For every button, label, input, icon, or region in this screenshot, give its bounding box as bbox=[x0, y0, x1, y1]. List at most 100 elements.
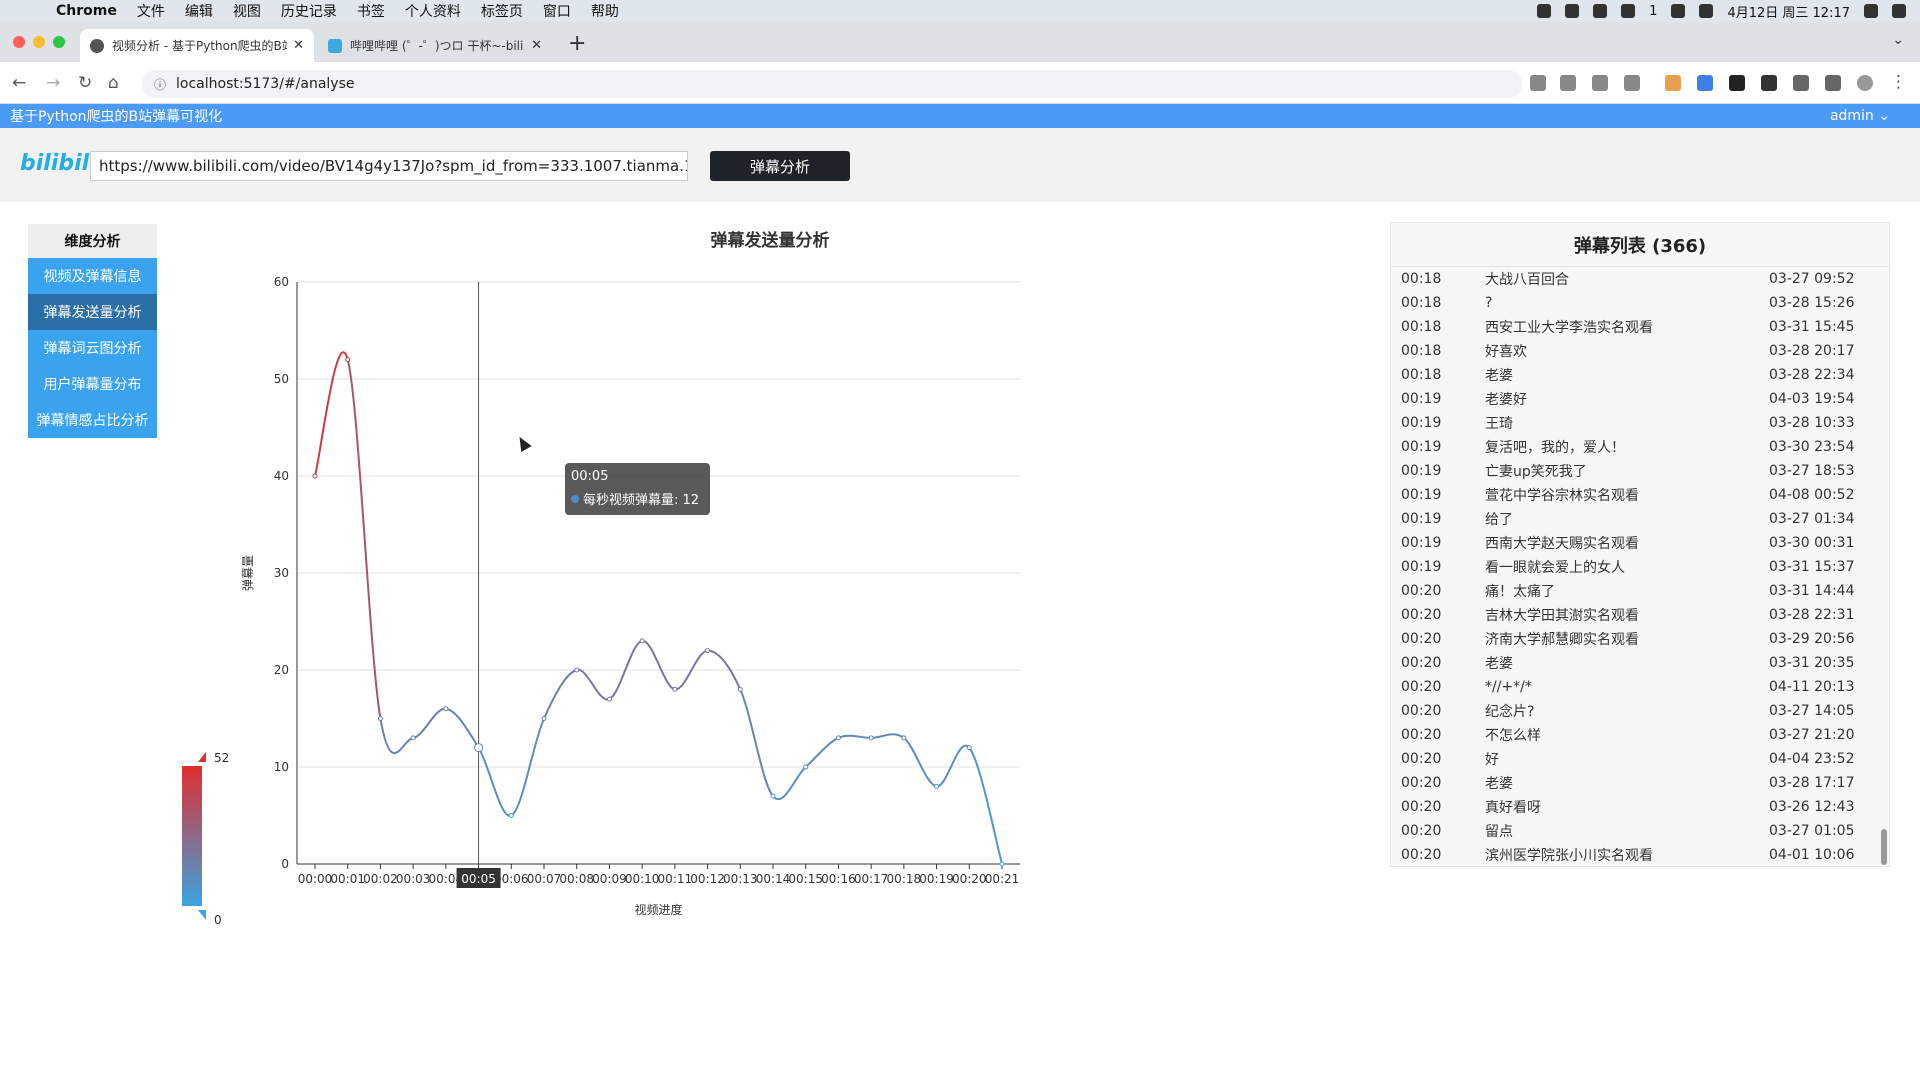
reload-button[interactable]: ↻ bbox=[78, 73, 92, 93]
danmu-row[interactable]: 00:20 老婆 03-31 20:35 bbox=[1391, 651, 1879, 675]
maximize-window-button[interactable] bbox=[53, 36, 65, 48]
data-point[interactable] bbox=[672, 686, 678, 692]
danmu-row[interactable]: 00:18 西安工业大学李浩实名观看 03-31 15:45 bbox=[1391, 315, 1879, 339]
danmu-row[interactable]: 00:20 滨州医学院张小川实名观看 04-01 10:06 bbox=[1391, 843, 1879, 863]
danmu-row[interactable]: 00:19 西南大学赵天赐实名观看 03-30 00:31 bbox=[1391, 531, 1879, 555]
data-point[interactable] bbox=[770, 793, 776, 799]
puzzle-icon[interactable] bbox=[1793, 75, 1809, 91]
extension-1-icon[interactable] bbox=[1665, 75, 1681, 91]
danmu-row[interactable]: 00:19 王琦 03-28 10:33 bbox=[1391, 411, 1879, 435]
minimize-window-button[interactable] bbox=[33, 36, 45, 48]
search-icon[interactable] bbox=[1864, 4, 1878, 18]
home-button[interactable]: ⌂ bbox=[108, 73, 119, 93]
menu-tabs[interactable]: 标签页 bbox=[481, 1, 523, 21]
menu-bookmarks[interactable]: 书签 bbox=[357, 1, 385, 21]
menu-file[interactable]: 文件 bbox=[137, 1, 165, 21]
danmu-row[interactable]: 00:18 老婆 03-28 22:34 bbox=[1391, 363, 1879, 387]
data-point[interactable] bbox=[639, 638, 645, 644]
more-options-icon[interactable]: ⋮ bbox=[1890, 72, 1907, 92]
data-point[interactable] bbox=[377, 716, 383, 721]
sidebar-item-user-distribution[interactable]: 用户弹幕量分布 bbox=[28, 366, 157, 402]
close-window-button[interactable] bbox=[13, 36, 25, 48]
danmu-list[interactable]: 00:18 大战八百回合 03-27 09:52 00:18? 03-28 15:26 0… bbox=[1391, 267, 1879, 863]
menu-edit[interactable]: 编辑 bbox=[185, 1, 213, 21]
data-point[interactable] bbox=[803, 764, 809, 770]
data-point[interactable] bbox=[999, 861, 1005, 867]
wechat-icon[interactable] bbox=[1621, 4, 1636, 18]
data-point[interactable] bbox=[835, 735, 841, 741]
danmu-row[interactable]: 00:20 留点 03-27 01:05 bbox=[1391, 819, 1879, 843]
danmu-row[interactable]: 00:19 看一眼就会爱上的女人 03-31 15:37 bbox=[1391, 555, 1879, 579]
close-tab-icon[interactable]: ✕ bbox=[531, 38, 542, 53]
record-icon[interactable] bbox=[1537, 4, 1552, 18]
sidebar-item-sentiment[interactable]: 弹幕情感占比分析 bbox=[28, 402, 157, 438]
extension-3-icon[interactable] bbox=[1729, 75, 1745, 91]
signal-icon[interactable] bbox=[1565, 4, 1580, 18]
danmu-scrollbar[interactable] bbox=[1881, 829, 1887, 865]
danmu-row[interactable]: 00:19 复活吧，我的，爱人！ 03-30 23:54 bbox=[1391, 435, 1879, 459]
data-point[interactable] bbox=[966, 745, 972, 751]
site-info-icon[interactable]: ⓘ bbox=[154, 76, 166, 93]
danmu-row[interactable]: 00:20 *//+*/* 04-11 20:13 bbox=[1391, 675, 1879, 699]
back-button[interactable]: ← bbox=[12, 73, 26, 93]
close-tab-icon[interactable]: ✕ bbox=[293, 38, 304, 53]
danmu-row[interactable]: 00:20 济南大学郝慧卿实名观看 03-29 20:56 bbox=[1391, 627, 1879, 651]
sidebar-item-video-info[interactable]: 视频及弹幕信息 bbox=[28, 258, 157, 294]
danmu-row[interactable]: 00:20 好 04-04 23:52 bbox=[1391, 747, 1879, 771]
data-point[interactable] bbox=[312, 473, 318, 479]
data-point[interactable] bbox=[606, 696, 612, 702]
danmu-row[interactable]: 00:18 好喜欢 03-28 20:17 bbox=[1391, 339, 1879, 363]
translate-icon[interactable] bbox=[1560, 75, 1576, 91]
tab-search-chevron-icon[interactable]: ⌄ bbox=[1892, 32, 1904, 48]
data-point[interactable] bbox=[901, 735, 907, 741]
analyze-button[interactable]: 弹幕分析 bbox=[710, 151, 850, 181]
user-menu[interactable]: admin ⌄ bbox=[1830, 108, 1890, 124]
menu-history[interactable]: 历史记录 bbox=[281, 1, 337, 21]
data-point[interactable] bbox=[508, 813, 514, 818]
share-icon[interactable] bbox=[1592, 75, 1608, 91]
input-method-icon[interactable] bbox=[1671, 4, 1686, 18]
data-point[interactable] bbox=[410, 735, 416, 741]
visual-map-bar[interactable] bbox=[182, 766, 202, 906]
data-point[interactable] bbox=[934, 783, 940, 789]
danmu-row[interactable]: 00:18? 03-28 15:26 bbox=[1391, 291, 1879, 315]
danmu-row[interactable]: 00:19 给了 03-27 01:34 bbox=[1391, 507, 1879, 531]
volume-icon[interactable] bbox=[1699, 4, 1714, 18]
danmu-row[interactable]: 00:20 老婆 03-28 17:17 bbox=[1391, 771, 1879, 795]
video-url-input[interactable]: https://www.bilibili.com/video/BV14g4y13… bbox=[90, 151, 688, 181]
data-point[interactable] bbox=[345, 357, 351, 363]
data-point[interactable] bbox=[737, 686, 743, 692]
menu-app[interactable]: Chrome bbox=[56, 3, 117, 19]
key-icon[interactable] bbox=[1530, 75, 1546, 91]
profile-avatar-icon[interactable] bbox=[1857, 75, 1873, 91]
danmu-row[interactable]: 00:20 痛！太痛了 03-31 14:44 bbox=[1391, 579, 1879, 603]
bookmark-star-icon[interactable] bbox=[1624, 75, 1640, 91]
line-chart[interactable]: 010203040506000:0000:0100:0200:0300:0400… bbox=[170, 210, 1370, 950]
forward-button[interactable]: → bbox=[46, 73, 60, 93]
sidebar-item-send-volume[interactable]: 弹幕发送量分析 bbox=[28, 294, 157, 330]
danmu-row[interactable]: 00:19 老婆好 04-03 19:54 bbox=[1391, 387, 1879, 411]
cloud-icon[interactable] bbox=[1593, 4, 1608, 18]
danmu-row[interactable]: 00:19 萱花中学谷宗林实名观看 04-08 00:52 bbox=[1391, 483, 1879, 507]
data-point[interactable] bbox=[705, 648, 711, 654]
url-bar[interactable]: ⓘ localhost:5173/#/analyse bbox=[142, 70, 1522, 98]
danmu-row[interactable]: 00:18 大战八百回合 03-27 09:52 bbox=[1391, 267, 1879, 291]
side-panel-icon[interactable] bbox=[1825, 75, 1841, 91]
data-point[interactable] bbox=[541, 716, 547, 721]
sidebar-item-wordcloud[interactable]: 弹幕词云图分析 bbox=[28, 330, 157, 366]
data-point[interactable] bbox=[574, 667, 580, 673]
tab-analysis[interactable]: 视频分析 - 基于Python爬虫的B站 ✕ bbox=[80, 29, 314, 62]
data-point[interactable] bbox=[474, 743, 484, 753]
visual-map-handle-top[interactable] bbox=[198, 752, 206, 762]
tab-bilibili[interactable]: 哔哩哔哩 (゜-゜)つロ 干杯~-bili ✕ bbox=[318, 29, 552, 62]
visual-map-handle-bottom[interactable] bbox=[198, 910, 206, 920]
extension-2-icon[interactable] bbox=[1697, 75, 1713, 91]
danmu-row[interactable]: 00:20 纪念片? 03-27 14:05 bbox=[1391, 699, 1879, 723]
menu-help[interactable]: 帮助 bbox=[591, 1, 619, 21]
menubar-clock[interactable]: 4月12日 周三 12:17 bbox=[1727, 2, 1850, 21]
data-point[interactable] bbox=[443, 706, 449, 712]
danmu-row[interactable]: 00:19 亡妻up笑死我了 03-27 18:53 bbox=[1391, 459, 1879, 483]
menu-profile[interactable]: 个人资料 bbox=[405, 1, 461, 21]
danmu-row[interactable]: 00:20 吉林大学田其澍实名观看 03-28 22:31 bbox=[1391, 603, 1879, 627]
extension-4-icon[interactable] bbox=[1761, 75, 1777, 91]
